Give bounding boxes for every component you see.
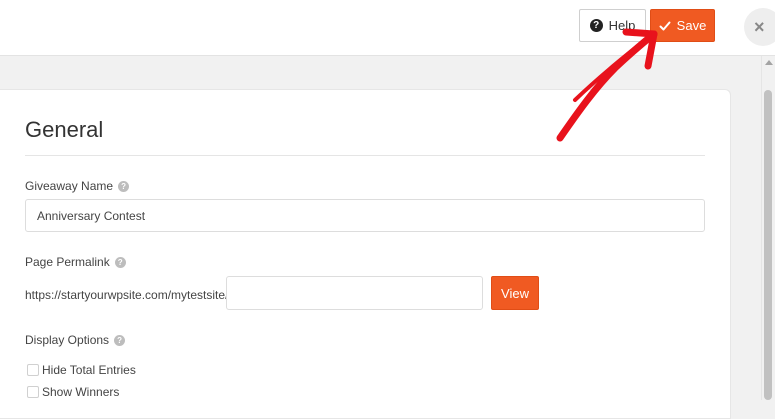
giveaway-name-input[interactable] (25, 199, 705, 232)
show-winners-checkbox[interactable] (27, 386, 39, 398)
scrollbar-thumb[interactable] (764, 90, 772, 400)
close-button[interactable]: × (744, 8, 775, 46)
help-tooltip-icon[interactable]: ? (114, 256, 126, 268)
permalink-slug-input[interactable] (226, 276, 483, 310)
hide-total-entries-checkbox[interactable] (27, 364, 39, 376)
page-permalink-label-row: Page Permalink ? (25, 255, 126, 269)
giveaway-name-label-row: Giveaway Name ? (25, 179, 130, 193)
display-options-label-row: Display Options ? (25, 333, 126, 347)
section-divider (25, 155, 705, 156)
hide-total-entries-label: Hide Total Entries (42, 363, 136, 377)
hide-total-entries-option[interactable]: Hide Total Entries (27, 363, 136, 377)
scroll-up-arrow-icon[interactable] (765, 60, 773, 65)
display-options-label: Display Options (25, 333, 110, 347)
help-tooltip-icon[interactable]: ? (118, 180, 130, 192)
checkmark-icon (659, 21, 671, 30)
show-winners-option[interactable]: Show Winners (27, 385, 119, 399)
close-icon: × (754, 16, 765, 37)
permalink-base-url: https://startyourwpsite.com/mytestsite/ (25, 288, 229, 302)
giveaway-name-label: Giveaway Name (25, 179, 114, 193)
help-button-label: Help (608, 18, 636, 33)
section-title: General (25, 117, 104, 142)
view-button[interactable]: View (491, 276, 539, 310)
question-circle-icon: ? (589, 19, 603, 32)
save-button-label: Save (676, 18, 707, 33)
save-button[interactable]: Save (650, 9, 715, 42)
show-winners-label: Show Winners (42, 385, 120, 399)
help-button[interactable]: ? Help (579, 9, 646, 42)
help-tooltip-icon[interactable]: ? (114, 334, 126, 346)
page-permalink-label: Page Permalink (25, 255, 110, 269)
